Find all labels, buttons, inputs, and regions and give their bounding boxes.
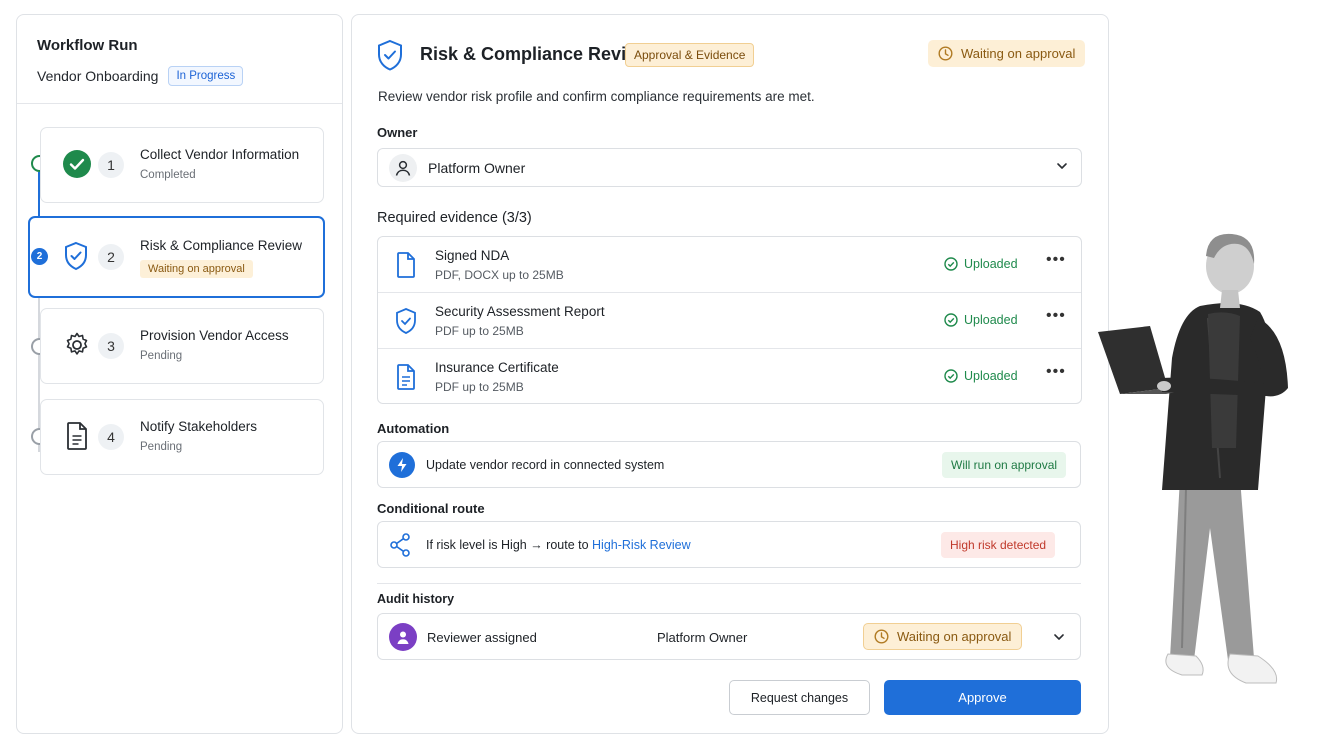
shield-check-icon bbox=[376, 39, 404, 76]
evidence-status: Uploaded bbox=[944, 257, 1018, 271]
person-illustration bbox=[1090, 228, 1310, 698]
more-options-icon[interactable]: ••• bbox=[1046, 251, 1066, 269]
chevron-down-icon[interactable] bbox=[1052, 630, 1066, 649]
route-status: High risk detected bbox=[941, 532, 1056, 558]
clock-icon bbox=[938, 46, 953, 61]
gear-icon bbox=[61, 329, 93, 361]
step-card-4[interactable]: 4 Notify Stakeholders Pending bbox=[40, 399, 324, 475]
workflow-sidebar: Workflow Run Vendor Onboarding In Progre… bbox=[16, 14, 343, 734]
step-status-badge: Waiting on approval bbox=[928, 40, 1086, 67]
step-title: Collect Vendor Information bbox=[140, 147, 300, 162]
timeline-dot-step-2: 2 bbox=[31, 248, 48, 265]
approve-button[interactable]: Approve bbox=[884, 680, 1081, 715]
step-title: Notify Stakeholders bbox=[140, 419, 258, 434]
route-text: If risk level is High → route to High-Ri… bbox=[426, 538, 691, 552]
shield-check-icon bbox=[394, 307, 418, 340]
check-circle-icon bbox=[944, 313, 958, 327]
audit-label: Audit history bbox=[377, 592, 455, 606]
step-status: Pending bbox=[140, 350, 183, 362]
route-card: If risk level is High → route to High-Ri… bbox=[377, 521, 1081, 568]
automation-status: Will run on approval bbox=[942, 452, 1067, 478]
route-label: Conditional route bbox=[377, 501, 485, 516]
step-detail-panel: Risk & Compliance Review Approval & Evid… bbox=[351, 14, 1109, 734]
step-type-tag: Approval & Evidence bbox=[625, 43, 755, 67]
evidence-desc: PDF, DOCX up to 25MB bbox=[435, 268, 564, 282]
step-number: 3 bbox=[98, 333, 124, 359]
step-number: 1 bbox=[98, 152, 124, 178]
evidence-desc: PDF up to 25MB bbox=[435, 380, 524, 394]
step-title: Risk & Compliance Review bbox=[140, 238, 303, 253]
audit-entry[interactable]: Reviewer assigned Platform Owner Waiting… bbox=[377, 613, 1081, 660]
evidence-status-text: Uploaded bbox=[964, 257, 1018, 271]
chevron-down-icon bbox=[1055, 159, 1069, 178]
evidence-list: Signed NDA PDF, DOCX up to 25MB Uploaded… bbox=[377, 236, 1082, 404]
user-icon bbox=[389, 154, 417, 182]
automation-card: Update vendor record in connected system… bbox=[377, 441, 1081, 488]
clock-icon bbox=[874, 629, 889, 644]
more-options-icon[interactable]: ••• bbox=[1046, 307, 1066, 325]
automation-label: Automation bbox=[377, 421, 450, 436]
step-number: 4 bbox=[98, 424, 124, 450]
evidence-status: Uploaded bbox=[944, 369, 1018, 383]
more-options-icon[interactable]: ••• bbox=[1046, 363, 1066, 381]
step-detail-title: Risk & Compliance Review bbox=[420, 44, 651, 64]
route-link[interactable]: High-Risk Review bbox=[592, 538, 691, 552]
step-card-2[interactable]: 2 Risk & Compliance Review Waiting on ap… bbox=[28, 216, 325, 298]
workflow-title: Workflow Run bbox=[37, 37, 138, 54]
step-title: Provision Vendor Access bbox=[140, 328, 289, 343]
evidence-name: Signed NDA bbox=[435, 248, 510, 263]
step-number: 2 bbox=[98, 244, 124, 270]
audit-event: Reviewer assigned bbox=[427, 630, 537, 645]
file-icon bbox=[394, 251, 418, 284]
evidence-status: Uploaded bbox=[944, 313, 1018, 327]
evidence-label: Required evidence (3/3) bbox=[377, 210, 532, 226]
shield-check-icon bbox=[60, 240, 92, 272]
share-route-icon bbox=[389, 533, 411, 562]
owner-value: Platform Owner bbox=[428, 160, 526, 176]
step-status-text: Waiting on approval bbox=[961, 46, 1076, 61]
workflow-status-badge: In Progress bbox=[168, 66, 244, 86]
step-card-1[interactable]: 1 Collect Vendor Information Completed bbox=[40, 127, 324, 203]
evidence-item[interactable]: Insurance Certificate PDF up to 25MB Upl… bbox=[378, 349, 1081, 403]
evidence-status-text: Uploaded bbox=[964, 369, 1018, 383]
owner-label: Owner bbox=[377, 125, 418, 140]
check-circle-icon bbox=[61, 148, 93, 180]
evidence-name: Insurance Certificate bbox=[435, 360, 559, 375]
divider bbox=[377, 583, 1081, 584]
automation-text: Update vendor record in connected system bbox=[426, 458, 665, 472]
workflow-header: Workflow Run Vendor Onboarding In Progre… bbox=[17, 15, 342, 104]
step-status: Pending bbox=[140, 441, 183, 453]
evidence-desc: PDF up to 25MB bbox=[435, 324, 524, 338]
document-icon bbox=[61, 420, 93, 452]
audit-status-text: Waiting on approval bbox=[897, 629, 1012, 644]
request-changes-button[interactable]: Request changes bbox=[729, 680, 870, 715]
lightning-icon bbox=[389, 452, 415, 478]
evidence-item[interactable]: Security Assessment Report PDF up to 25M… bbox=[378, 293, 1081, 349]
evidence-item[interactable]: Signed NDA PDF, DOCX up to 25MB Uploaded… bbox=[378, 237, 1081, 293]
audit-actor: Platform Owner bbox=[657, 630, 748, 645]
route-condition: If risk level is High → route to bbox=[426, 538, 593, 552]
step-status-badge: Waiting on approval bbox=[140, 260, 253, 278]
audit-status: Waiting on approval bbox=[863, 623, 1023, 650]
step-description: Review vendor risk profile and confirm c… bbox=[378, 89, 815, 104]
check-circle-icon bbox=[944, 369, 958, 383]
evidence-name: Security Assessment Report bbox=[435, 304, 605, 319]
step-card-3[interactable]: 3 Provision Vendor Access Pending bbox=[40, 308, 324, 384]
workflow-name: Vendor Onboarding bbox=[37, 68, 159, 84]
avatar bbox=[389, 623, 417, 651]
step-status: Completed bbox=[140, 169, 196, 181]
document-icon bbox=[394, 363, 418, 396]
check-circle-icon bbox=[944, 257, 958, 271]
owner-select[interactable]: Platform Owner bbox=[377, 148, 1082, 187]
evidence-status-text: Uploaded bbox=[964, 313, 1018, 327]
